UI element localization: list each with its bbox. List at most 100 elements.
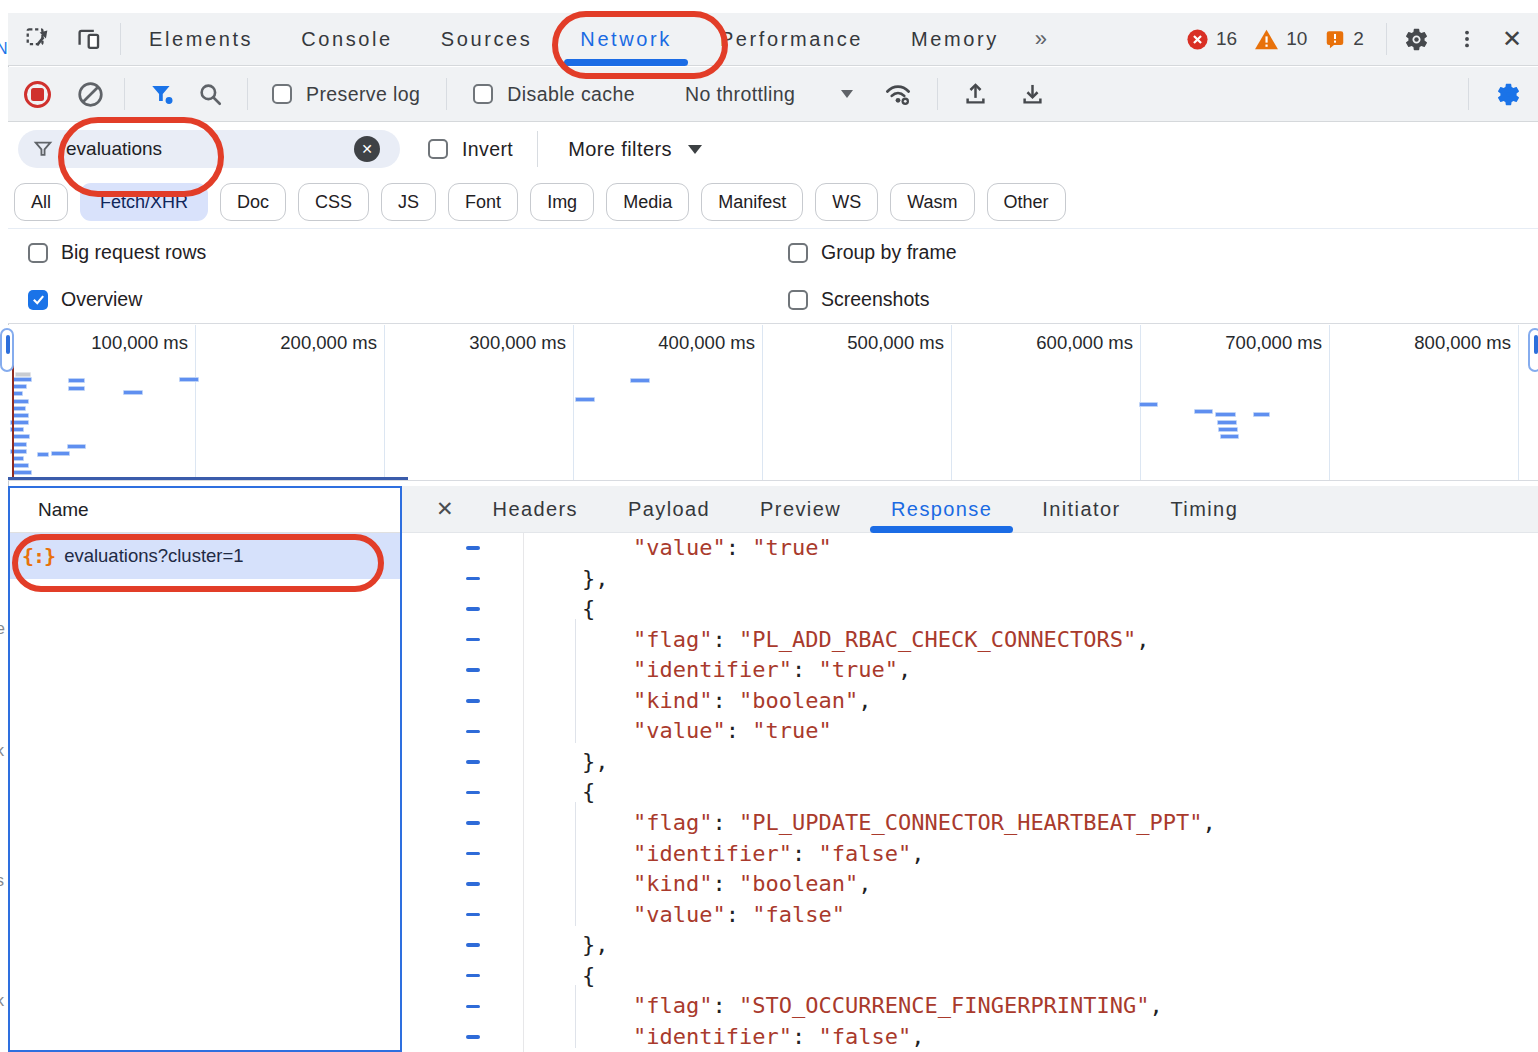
warning-count-icon[interactable] (1254, 28, 1279, 51)
response-code-line: "kind": "boolean", (402, 869, 1538, 900)
more-filters-button[interactable]: More filters (568, 138, 672, 161)
warning-count[interactable]: 10 (1286, 28, 1307, 50)
tab-initiator[interactable]: Initiator (1017, 486, 1145, 533)
code-fold-marker[interactable] (466, 760, 480, 764)
disable-cache-checkbox[interactable] (473, 84, 493, 104)
network-settings-gear-icon[interactable] (1495, 81, 1522, 108)
tab-response[interactable]: Response (866, 486, 1017, 533)
code-indent-guide (575, 802, 576, 926)
overview-left-handle[interactable] (0, 328, 14, 372)
invert-checkbox[interactable] (428, 139, 448, 159)
throttling-select[interactable]: No throttling (685, 83, 795, 106)
group-by-frame-option[interactable]: Group by frame (788, 241, 956, 264)
error-count[interactable]: 16 (1216, 28, 1237, 50)
filter-icon-active[interactable] (149, 81, 175, 107)
tab-payload[interactable]: Payload (603, 486, 735, 533)
code-fold-marker[interactable] (466, 730, 480, 734)
screenshots-checkbox[interactable] (788, 290, 808, 310)
issues-icon[interactable] (1324, 28, 1346, 50)
kebab-menu-icon[interactable] (1456, 28, 1478, 50)
code-fold-marker[interactable] (466, 577, 480, 581)
toolbar-divider (1386, 23, 1387, 55)
inspect-element-icon[interactable] (24, 25, 52, 53)
code-fold-marker[interactable] (466, 1005, 480, 1009)
code-fold-marker[interactable] (466, 913, 480, 917)
close-devtools-icon[interactable]: ✕ (1502, 25, 1522, 53)
tab-headers[interactable]: Headers (468, 486, 603, 533)
more-tabs-icon[interactable]: » (1023, 26, 1061, 52)
timeline-gridline (762, 325, 763, 480)
preserve-log-checkbox[interactable] (272, 84, 292, 104)
code-fold-marker[interactable] (466, 1035, 480, 1039)
group-by-frame-label: Group by frame (821, 241, 956, 264)
code-fold-marker[interactable] (466, 974, 480, 978)
code-fold-marker[interactable] (466, 791, 480, 795)
chip-all[interactable]: All (14, 183, 68, 221)
chip-manifest[interactable]: Manifest (701, 183, 803, 221)
timeline-tick-label: 400,000 ms (585, 332, 755, 354)
group-by-frame-checkbox[interactable] (788, 243, 808, 263)
timeline-request-bar (12, 377, 32, 382)
close-details-icon[interactable]: ✕ (436, 497, 454, 521)
preserve-log-option[interactable]: Preserve log (272, 83, 420, 106)
record-icon[interactable] (24, 81, 51, 108)
screenshots-option[interactable]: Screenshots (788, 288, 929, 311)
code-fold-marker[interactable] (466, 882, 480, 886)
code-fold-marker[interactable] (466, 699, 480, 703)
settings-gear-icon[interactable] (1403, 26, 1430, 53)
response-code-line: "identifier": "false", (402, 839, 1538, 870)
chip-ws[interactable]: WS (815, 183, 878, 221)
clear-network-log-icon[interactable] (77, 81, 104, 108)
network-conditions-icon[interactable] (883, 79, 913, 109)
chip-wasm[interactable]: Wasm (890, 183, 974, 221)
timeline-tick-label: 700,000 ms (1152, 332, 1322, 354)
chip-img[interactable]: Img (530, 183, 594, 221)
tab-preview[interactable]: Preview (735, 486, 866, 533)
search-icon[interactable] (197, 81, 223, 107)
big-request-rows-checkbox[interactable] (28, 243, 48, 263)
chip-doc[interactable]: Doc (220, 183, 286, 221)
tab-console[interactable]: Console (277, 13, 417, 66)
name-column-header[interactable]: Name (10, 488, 400, 533)
timeline-gridline (195, 325, 196, 480)
timeline-request-bar (1139, 402, 1158, 407)
response-body-viewer[interactable]: "value": "true"},{"flag": "PL_ADD_RBAC_C… (402, 533, 1538, 1052)
chip-other[interactable]: Other (987, 183, 1066, 221)
more-filters-arrow-icon[interactable] (688, 145, 702, 154)
code-fold-marker[interactable] (466, 668, 480, 672)
issues-count[interactable]: 2 (1353, 28, 1364, 50)
invert-option[interactable]: Invert (428, 138, 513, 161)
import-har-icon[interactable] (962, 81, 989, 108)
tab-memory[interactable]: Memory (887, 13, 1023, 66)
overview-checkbox[interactable] (28, 290, 48, 310)
overview-option[interactable]: Overview (28, 288, 142, 311)
tab-elements[interactable]: Elements (125, 13, 277, 66)
tab-timing[interactable]: Timing (1145, 486, 1263, 533)
code-fold-marker[interactable] (466, 821, 480, 825)
disable-cache-option[interactable]: Disable cache (473, 83, 635, 106)
chip-css[interactable]: CSS (298, 183, 369, 221)
overview-right-handle[interactable] (1528, 328, 1538, 372)
code-fold-marker[interactable] (466, 943, 480, 947)
big-request-rows-label: Big request rows (61, 241, 206, 264)
big-request-rows-option[interactable]: Big request rows (28, 241, 206, 264)
response-code-line: "value": "false" (402, 900, 1538, 931)
export-har-icon[interactable] (1019, 81, 1046, 108)
tab-sources[interactable]: Sources (417, 13, 557, 66)
chip-media[interactable]: Media (606, 183, 689, 221)
chip-js[interactable]: JS (381, 183, 436, 221)
timeline-request-bar (1253, 412, 1270, 417)
code-fold-marker[interactable] (466, 852, 480, 856)
code-fold-marker[interactable] (466, 638, 480, 642)
network-overview-timeline[interactable]: 100,000 ms200,000 ms300,000 ms400,000 ms… (8, 325, 1538, 481)
overview-label: Overview (61, 288, 142, 311)
clear-filter-icon[interactable]: ✕ (354, 136, 380, 162)
toolbar-divider (537, 131, 538, 167)
response-code-line: { (402, 594, 1538, 625)
error-count-icon[interactable] (1186, 28, 1209, 51)
code-fold-marker[interactable] (466, 607, 480, 611)
chip-font[interactable]: Font (448, 183, 518, 221)
throttling-dropdown-arrow-icon[interactable] (841, 90, 853, 98)
device-toolbar-icon[interactable] (74, 25, 102, 53)
code-fold-marker[interactable] (466, 546, 480, 550)
